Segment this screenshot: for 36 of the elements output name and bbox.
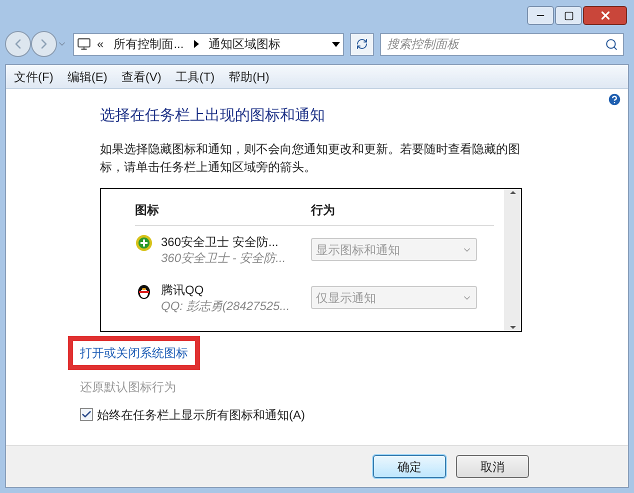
checkbox[interactable] <box>80 408 93 421</box>
separator-arrow-icon[interactable] <box>194 40 199 48</box>
menu-item[interactable]: 编辑(E) <box>67 68 108 86</box>
address-bar[interactable]: « 所有控制面... 通知区域图标 <box>73 32 344 56</box>
app-name: 360安全卫士 安全防... <box>161 234 280 250</box>
search-icon[interactable] <box>605 38 618 50</box>
search-field[interactable]: 搜索控制面板 <box>380 32 624 56</box>
app-detail: 360安全卫士 - 安全防... <box>161 250 286 266</box>
dialog-button[interactable]: 确定 <box>373 455 446 478</box>
breadcrumb[interactable]: 所有控制面... <box>110 35 188 53</box>
dialog-button[interactable]: 取消 <box>456 455 529 478</box>
column-header: 图标 <box>135 202 160 218</box>
refresh-button[interactable] <box>350 32 374 56</box>
page-heading: 选择在任务栏上出现的图标和通知 <box>100 106 326 126</box>
close-icon <box>598 9 612 22</box>
menu-item[interactable]: 帮助(H) <box>228 68 270 86</box>
menu-item[interactable]: 工具(T) <box>175 68 215 86</box>
scrollbar[interactable] <box>504 188 521 330</box>
description-text: 如果选择隐藏图标和通知，则不会向您通知更改和更新。若要随时查看隐藏的图标，请单击任务栏上通知区域旁的箭头。 <box>100 140 521 176</box>
dropdown-arrow-icon[interactable] <box>332 42 340 46</box>
menu-item[interactable]: 查看(V) <box>121 68 162 86</box>
column-header: 行为 <box>311 202 335 218</box>
computer-icon <box>77 37 91 51</box>
breadcrumb[interactable]: 通知区域图标 <box>204 35 285 53</box>
app-name: 腾讯QQ <box>161 282 205 298</box>
menu-item[interactable]: 文件(F) <box>14 68 54 86</box>
close-button[interactable] <box>583 6 627 25</box>
app-detail: QQ: 彭志勇(28427525... <box>161 298 290 314</box>
link[interactable]: 打开或关闭系统图标 <box>68 336 200 370</box>
maximize-button[interactable] <box>555 6 582 25</box>
refresh-icon <box>356 38 368 50</box>
overflow-chevron[interactable]: « <box>97 35 104 53</box>
maximize-icon <box>564 10 574 20</box>
plus-circle-icon <box>135 234 153 252</box>
help-icon[interactable] <box>607 92 622 107</box>
checkbox-label[interactable]: 始终在任务栏上显示所有图标和通知(A) <box>97 406 305 424</box>
